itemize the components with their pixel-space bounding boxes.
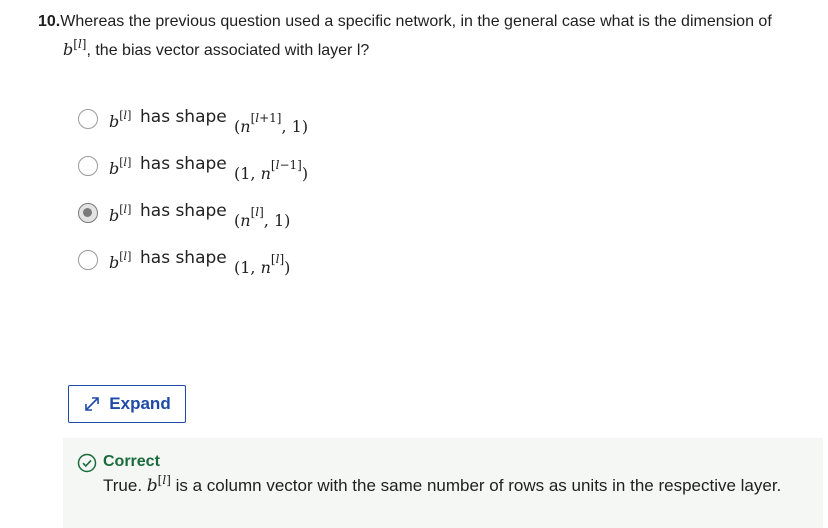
option-4[interactable]: b[l] has shape (1, n[l]) <box>78 248 398 278</box>
question-number: 10. <box>38 13 61 30</box>
bias-symbol: b[l] <box>146 473 171 496</box>
question-line-1: 10.Whereas the previous question used a … <box>38 9 818 35</box>
option-label: has shape <box>140 201 227 221</box>
radio-button[interactable] <box>78 109 98 129</box>
feedback-text: True. b[l] is a column vector with the s… <box>103 473 782 496</box>
option-label: has shape <box>140 107 227 127</box>
option-shape: (1, n[l]) <box>234 252 291 277</box>
feedback-status: Correct <box>103 453 160 470</box>
option-label: has shape <box>140 154 227 174</box>
question-block: 10.Whereas the previous question used a … <box>38 9 818 59</box>
feedback-suffix: is a column vector with the same number … <box>175 476 782 495</box>
option-shape: (1, n[l−1]) <box>234 158 309 183</box>
feedback-panel: Correct True. b[l] is a column vector wi… <box>63 438 823 528</box>
question-text-suffix: , the bias vector associated with layer … <box>86 42 370 59</box>
option-1[interactable]: b[l] has shape (n[l+1], 1) <box>78 107 398 137</box>
feedback-prefix: True. <box>103 476 143 495</box>
expand-button[interactable]: Expand <box>68 385 186 423</box>
option-shape: (n[l], 1) <box>234 205 291 230</box>
bias-symbol: b[l] <box>109 109 132 131</box>
bias-symbol: b[l] <box>109 203 132 225</box>
bias-symbol: b[l] <box>109 156 132 178</box>
radio-button[interactable] <box>78 250 98 270</box>
check-circle-icon <box>77 453 97 473</box>
question-line-2: b[l], the bias vector associated with la… <box>63 37 369 64</box>
expand-icon <box>85 397 100 411</box>
option-3[interactable]: b[l] has shape (n[l], 1) <box>78 201 398 231</box>
option-shape: (n[l+1], 1) <box>234 111 309 136</box>
radio-button-selected[interactable] <box>78 203 98 223</box>
bias-symbol: b[l] <box>109 250 132 272</box>
bias-symbol: b[l] <box>63 37 87 59</box>
radio-button[interactable] <box>78 156 98 176</box>
option-2[interactable]: b[l] has shape (1, n[l−1]) <box>78 154 398 184</box>
option-label: has shape <box>140 248 227 268</box>
expand-label: Expand <box>109 394 171 413</box>
question-text: Whereas the previous question used a spe… <box>60 13 772 30</box>
